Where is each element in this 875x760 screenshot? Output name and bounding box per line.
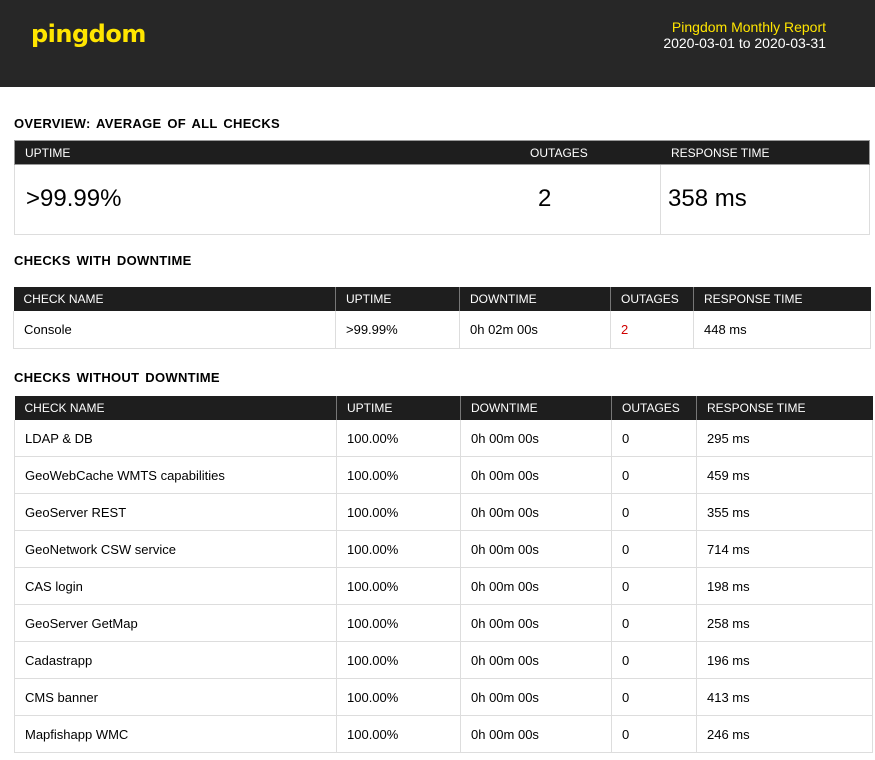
no-downtime-title: CHECKS WITHOUT DOWNTIME — [14, 370, 220, 385]
overview-header: UPTIME OUTAGES RESPONSE TIME — [14, 140, 870, 165]
downtime-table: CHECK NAME UPTIME DOWNTIME OUTAGES RESPONSE … — [13, 287, 871, 349]
cell-response-time: 295 ms — [696, 420, 873, 457]
column-header-check-name: CHECK NAME — [13, 287, 336, 311]
overview-response-header: RESPONSE TIME — [671, 146, 770, 160]
cell-downtime: 0h 00m 00s — [460, 530, 612, 568]
column-header-downtime: DOWNTIME — [459, 287, 611, 311]
cell-downtime: 0h 00m 00s — [460, 567, 612, 605]
cell-uptime: 100.00% — [336, 493, 461, 531]
cell-check-name: Mapfishapp WMC — [14, 715, 337, 753]
cell-uptime: 100.00% — [336, 456, 461, 494]
no-downtime-table-header: CHECK NAME UPTIME DOWNTIME OUTAGES RESPONSE … — [14, 396, 873, 420]
cell-response-time: 413 ms — [696, 678, 873, 716]
cell-outages: 0 — [611, 641, 697, 679]
column-header-uptime: UPTIME — [336, 396, 461, 420]
column-header-downtime: DOWNTIME — [460, 396, 612, 420]
cell-outages: 2 — [610, 311, 694, 349]
overview-uptime-value: >99.99% — [26, 185, 122, 212]
overview-outages-header: OUTAGES — [530, 146, 588, 160]
cell-uptime: >99.99% — [335, 311, 460, 349]
cell-check-name: LDAP & DB — [14, 420, 337, 457]
cell-outages: 0 — [611, 678, 697, 716]
cell-response-time: 246 ms — [696, 715, 873, 753]
overview-values: >99.99% 2 358 ms — [14, 165, 870, 235]
cell-response-time: 258 ms — [696, 604, 873, 642]
table-row: LDAP & DB 100.00% 0h 00m 00s 0 295 ms — [14, 420, 873, 457]
cell-downtime: 0h 02m 00s — [459, 311, 611, 349]
overview-outages-value: 2 — [538, 185, 552, 212]
cell-check-name: CMS banner — [14, 678, 337, 716]
report-title: Pingdom Monthly Report — [671, 19, 826, 35]
cell-uptime: 100.00% — [336, 715, 461, 753]
pingdom-logo: pingdom — [31, 20, 146, 48]
cell-outages: 0 — [611, 530, 697, 568]
overview-divider — [660, 165, 661, 234]
report-info: Pingdom Monthly Report 2020-03-01 to 202… — [626, 19, 826, 51]
table-row: GeoNetwork CSW service 100.00% 0h 00m 00s 0… — [14, 530, 873, 568]
cell-response-time: 448 ms — [693, 311, 871, 349]
cell-outages: 0 — [611, 456, 697, 494]
cell-outages: 0 — [611, 493, 697, 531]
no-downtime-table: CHECK NAME UPTIME DOWNTIME OUTAGES RESPONSE … — [14, 396, 873, 753]
column-header-outages: OUTAGES — [611, 396, 697, 420]
cell-uptime: 100.00% — [336, 678, 461, 716]
cell-downtime: 0h 00m 00s — [460, 420, 612, 457]
cell-uptime: 100.00% — [336, 530, 461, 568]
table-row: CAS login 100.00% 0h 00m 00s 0 198 ms — [14, 567, 873, 605]
cell-uptime: 100.00% — [336, 420, 461, 457]
cell-check-name: GeoServer REST — [14, 493, 337, 531]
cell-outages: 0 — [611, 567, 697, 605]
cell-response-time: 198 ms — [696, 567, 873, 605]
cell-check-name: Console — [13, 311, 336, 349]
table-row: GeoServer REST 100.00% 0h 00m 00s 0 355 ms — [14, 493, 873, 531]
column-header-check-name: CHECK NAME — [14, 396, 337, 420]
cell-uptime: 100.00% — [336, 604, 461, 642]
overview-panel: UPTIME OUTAGES RESPONSE TIME >99.99% 2 3… — [14, 140, 870, 235]
table-row: GeoWebCache WMTS capabilities 100.00% 0h 0… — [14, 456, 873, 494]
overview-uptime-header: UPTIME — [25, 146, 71, 160]
cell-response-time: 459 ms — [696, 456, 873, 494]
downtime-table-header: CHECK NAME UPTIME DOWNTIME OUTAGES RESPONSE … — [13, 287, 871, 311]
cell-outages: 0 — [611, 420, 697, 457]
cell-downtime: 0h 00m 00s — [460, 715, 612, 753]
downtime-title: CHECKS WITH DOWNTIME — [14, 253, 192, 268]
column-header-uptime: UPTIME — [335, 287, 460, 311]
cell-check-name: GeoNetwork CSW service — [14, 530, 337, 568]
overview-title: OVERVIEW: AVERAGE OF ALL CHECKS — [14, 116, 281, 131]
cell-downtime: 0h 00m 00s — [460, 678, 612, 716]
table-row: Cadastrapp 100.00% 0h 00m 00s 0 196 ms — [14, 641, 873, 679]
cell-downtime: 0h 00m 00s — [460, 493, 612, 531]
cell-downtime: 0h 00m 00s — [460, 641, 612, 679]
cell-uptime: 100.00% — [336, 641, 461, 679]
cell-outages: 0 — [611, 715, 697, 753]
column-header-response-time: RESPONSE TIME — [696, 396, 873, 420]
cell-downtime: 0h 00m 00s — [460, 456, 612, 494]
cell-response-time: 714 ms — [696, 530, 873, 568]
cell-downtime: 0h 00m 00s — [460, 604, 612, 642]
overview-response-value: 358 ms — [668, 185, 747, 212]
cell-response-time: 355 ms — [696, 493, 873, 531]
cell-check-name: Cadastrapp — [14, 641, 337, 679]
table-row: GeoServer GetMap 100.00% 0h 00m 00s 0 258 ms — [14, 604, 873, 642]
cell-uptime: 100.00% — [336, 567, 461, 605]
cell-check-name: GeoServer GetMap — [14, 604, 337, 642]
report-header: pingdom Pingdom Monthly Report 2020-03-0… — [0, 0, 875, 87]
cell-outages: 0 — [611, 604, 697, 642]
cell-response-time: 196 ms — [696, 641, 873, 679]
cell-check-name: GeoWebCache WMTS capabilities — [14, 456, 337, 494]
cell-check-name: CAS login — [14, 567, 337, 605]
table-row: CMS banner 100.00% 0h 00m 00s 0 413 ms — [14, 678, 873, 716]
report-date-range: 2020-03-01 to 2020-03-31 — [663, 35, 826, 51]
column-header-outages: OUTAGES — [610, 287, 694, 311]
table-row: Mapfishapp WMC 100.00% 0h 00m 00s 0 246 ms — [14, 715, 873, 753]
column-header-response-time: RESPONSE TIME — [693, 287, 871, 311]
table-row: Console >99.99% 0h 02m 00s 2 448 ms — [13, 311, 871, 349]
